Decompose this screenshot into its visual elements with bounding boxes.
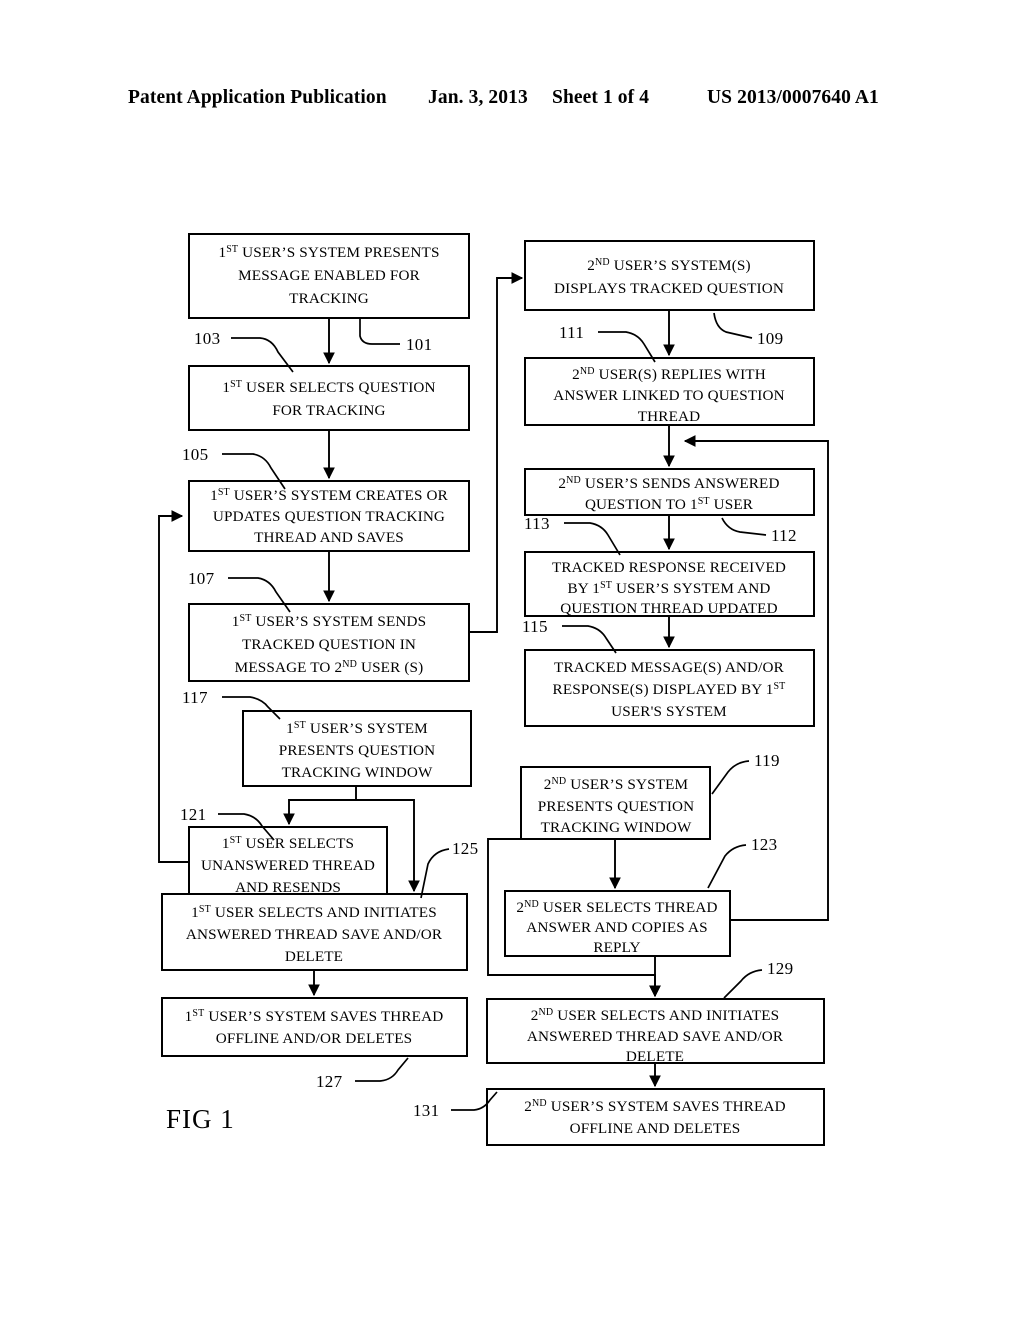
flow-box-131[interactable]: 2ND USER’S SYSTEM SAVES THREAD OFFLINE A… (486, 1088, 825, 1146)
flow-box-129-line-3: DELETE (626, 1048, 684, 1065)
flow-box-113-line-2: BY 1ST USER’S SYSTEM AND (568, 580, 771, 598)
flow-box-113[interactable]: TRACKED RESPONSE RECEIVED BY 1ST USER’S … (524, 551, 815, 617)
flow-box-129-line-2: ANSWERED THREAD SAVE AND/OR (527, 1028, 784, 1045)
leader-101 (359, 318, 400, 345)
flow-box-119[interactable]: 2ND USER’S SYSTEM PRESENTS QUESTION TRAC… (520, 766, 711, 840)
flow-box-113-line-3: QUESTION THREAD UPDATED (560, 600, 777, 617)
flow-box-125[interactable]: 1ST USER SELECTS AND INITIATES ANSWERED … (161, 893, 468, 971)
reference-numeral-105: 105 (182, 445, 208, 464)
leader-129 (723, 969, 763, 999)
flow-box-121-line-1: 1ST USER SELECTS (222, 835, 354, 853)
flow-box-131-line-1: 2ND USER’S SYSTEM SAVES THREAD (524, 1098, 785, 1116)
reference-numeral-127: 127 (316, 1072, 343, 1091)
connector-107-to-109 (466, 272, 524, 633)
flow-box-103[interactable]: 1ST USER SELECTS QUESTION FOR TRACKING (188, 365, 470, 431)
flow-box-105[interactable]: 1ST USER’S SYSTEM CREATES OR UPDATES QUE… (188, 480, 470, 552)
flow-box-117-line-2: PRESENTS QUESTION (279, 742, 436, 759)
flow-box-107[interactable]: 1ST USER’S SYSTEM SENDS TRACKED QUESTION… (188, 603, 470, 682)
reference-numeral-112: 112 (771, 526, 797, 545)
flow-box-111-line-2: ANSWER LINKED TO QUESTION (553, 387, 784, 404)
reference-numeral-131: 131 (413, 1101, 439, 1120)
flow-box-117[interactable]: 1ST USER’S SYSTEM PRESENTS QUESTION TRAC… (242, 710, 472, 787)
flow-box-109-line-1: 2ND USER’S SYSTEM(S) (587, 257, 750, 275)
reference-numeral-111: 111 (559, 323, 584, 342)
leader-127 (355, 1057, 409, 1082)
flow-box-129[interactable]: 2ND USER SELECTS AND INITIATES ANSWERED … (486, 998, 825, 1065)
flow-box-107-line-2: TRACKED QUESTION IN (242, 636, 416, 653)
flow-box-127-line-1: 1ST USER’S SYSTEM SAVES THREAD (185, 1008, 444, 1026)
flow-box-117-line-1: 1ST USER’S SYSTEM (286, 720, 428, 738)
flow-box-103-line-2: FOR TRACKING (272, 402, 385, 419)
flow-box-119-line-2: PRESENTS QUESTION (538, 798, 695, 815)
flow-box-111-line-1: 2ND USER(S) REPLIES WITH (572, 366, 766, 384)
flow-box-111-line-3: THREAD (638, 408, 701, 425)
flow-box-109-line-2: DISPLAYS TRACKED QUESTION (554, 280, 784, 297)
flow-box-103-line-1: 1ST USER SELECTS QUESTION (222, 379, 435, 397)
leader-123 (707, 844, 747, 889)
flow-box-113-line-1: TRACKED RESPONSE RECEIVED (552, 559, 786, 576)
reference-numeral-109: 109 (757, 329, 783, 348)
flow-box-112[interactable]: 2ND USER’S SENDS ANSWERED QUESTION TO 1S… (524, 468, 815, 516)
flow-box-123[interactable]: 2ND USER SELECTS THREAD ANSWER AND COPIE… (504, 890, 731, 957)
flow-box-123-line-3: REPLY (593, 939, 640, 956)
reference-numeral-129: 129 (767, 959, 793, 978)
flow-box-105-line-2: UPDATES QUESTION TRACKING (213, 508, 445, 525)
flow-box-131-line-2: OFFLINE AND DELETES (570, 1120, 741, 1137)
leader-113 (564, 522, 621, 556)
flow-box-115-line-2: RESPONSE(S) DISPLAYED BY 1ST (553, 681, 786, 699)
flow-box-127[interactable]: 1ST USER’S SYSTEM SAVES THREAD OFFLINE A… (161, 997, 468, 1057)
flow-box-127-line-2: OFFLINE AND/OR DELETES (216, 1030, 413, 1047)
connector-117-to-121 (283, 786, 357, 826)
reference-numeral-103: 103 (194, 329, 220, 348)
flow-box-105-line-3: THREAD AND SAVES (254, 529, 404, 546)
flow-box-125-line-1: 1ST USER SELECTS AND INITIATES (191, 904, 437, 922)
reference-numeral-119: 119 (754, 751, 780, 770)
flow-box-101[interactable]: 1ST USER’S SYSTEM PRESENTS MESSAGE ENABL… (188, 233, 470, 319)
leader-112 (721, 517, 767, 536)
flow-box-107-line-3: MESSAGE TO 2ND USER (S) (235, 659, 424, 677)
flow-box-115-line-3: USER'S SYSTEM (611, 703, 727, 720)
figure-label: FIG 1 (166, 1104, 235, 1134)
reference-numeral-123: 123 (751, 835, 777, 854)
leader-109 (713, 312, 753, 339)
leader-115 (562, 625, 617, 654)
flow-box-129-line-1: 2ND USER SELECTS AND INITIATES (531, 1007, 779, 1025)
flow-box-107-line-1: 1ST USER’S SYSTEM SENDS (232, 613, 426, 631)
leader-125 (420, 848, 450, 899)
flow-box-125-line-3: DELETE (285, 948, 343, 965)
flow-box-112-line-2: QUESTION TO 1ST USER (585, 496, 754, 514)
reference-numeral-101: 101 (406, 335, 432, 354)
flow-box-115-line-1: TRACKED MESSAGE(S) AND/OR (554, 659, 785, 676)
flow-box-101-line-2: MESSAGE ENABLED FOR (238, 267, 420, 284)
reference-numeral-125: 125 (452, 839, 478, 858)
reference-numeral-115: 115 (522, 617, 548, 636)
flow-box-121-line-2: UNANSWERED THREAD (201, 857, 375, 874)
figure-1-flowchart: 1ST USER’S SYSTEM PRESENTS MESSAGE ENABL… (0, 0, 1024, 1320)
leader-119 (711, 760, 750, 795)
flow-box-123-line-2: ANSWER AND COPIES AS (526, 919, 707, 936)
reference-numeral-107: 107 (188, 569, 215, 588)
reference-numeral-121: 121 (180, 805, 206, 824)
flow-box-101-line-3: TRACKING (289, 290, 369, 307)
reference-numeral-113: 113 (524, 514, 550, 533)
flow-box-111[interactable]: 2ND USER(S) REPLIES WITH ANSWER LINKED T… (524, 357, 815, 426)
flow-box-125-line-2: ANSWERED THREAD SAVE AND/OR (186, 926, 443, 943)
flow-box-117-line-3: TRACKING WINDOW (282, 764, 433, 781)
flow-box-119-line-3: TRACKING WINDOW (541, 819, 692, 836)
flow-box-115[interactable]: TRACKED MESSAGE(S) AND/OR RESPONSE(S) DI… (524, 649, 815, 727)
flow-box-121[interactable]: 1ST USER SELECTS UNANSWERED THREAD AND R… (188, 826, 388, 900)
reference-numeral-117: 117 (182, 688, 208, 707)
flow-box-119-line-1: 2ND USER’S SYSTEM (544, 776, 689, 794)
flow-box-123-line-1: 2ND USER SELECTS THREAD (516, 899, 717, 917)
flow-box-112-line-1: 2ND USER’S SENDS ANSWERED (558, 475, 779, 493)
flow-box-101-line-1: 1ST USER’S SYSTEM PRESENTS (218, 244, 439, 262)
flow-box-105-line-1: 1ST USER’S SYSTEM CREATES OR (210, 487, 449, 505)
flow-box-109[interactable]: 2ND USER’S SYSTEM(S) DISPLAYS TRACKED QU… (524, 240, 815, 311)
